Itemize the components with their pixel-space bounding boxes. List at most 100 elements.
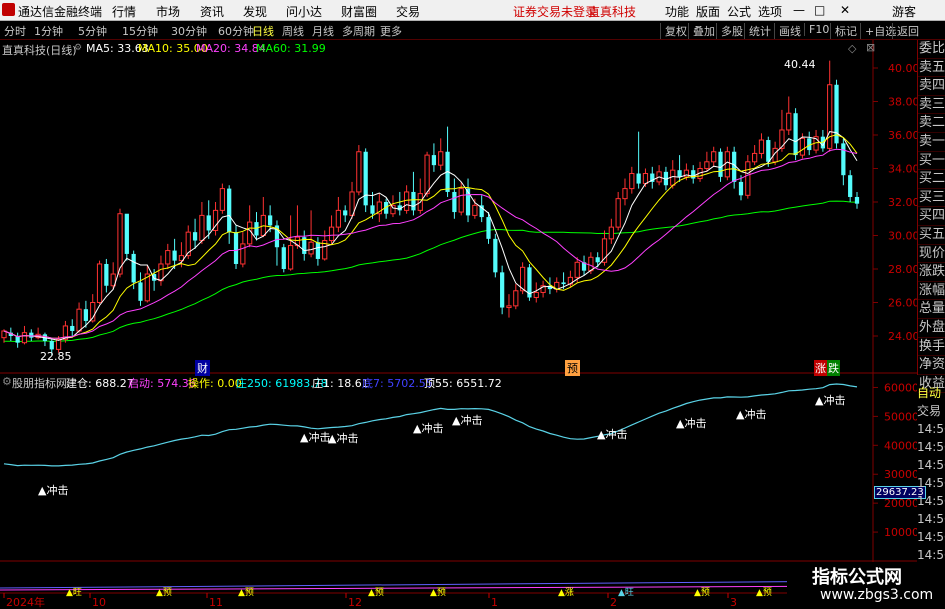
candle-body (431, 155, 437, 166)
marker-die[interactable]: 跌 (827, 360, 840, 376)
bottom-marker: ▲预 (430, 588, 446, 598)
candle-body (718, 151, 723, 177)
quote-row-label[interactable]: 涨幅 (918, 282, 945, 301)
quote-row-label[interactable]: 总量 (918, 300, 945, 319)
period-15min[interactable]: 15分钟 (122, 23, 158, 39)
btn-duogu[interactable]: 多股 (716, 23, 743, 39)
trade-label[interactable]: 自动 (917, 384, 945, 402)
login-notice[interactable]: 证券交易未登录 (513, 3, 597, 20)
menu-item-wenxiaoda[interactable]: 问小达 (286, 3, 322, 20)
chart-background (0, 40, 917, 609)
y-tick-label: 24.00 (888, 330, 917, 343)
quote-row-label[interactable]: 买一 (918, 152, 945, 171)
candle-body (70, 325, 75, 331)
candle-body (758, 139, 765, 154)
candle-body (21, 332, 28, 344)
candle-body (841, 143, 846, 176)
candle-body (328, 226, 335, 242)
menu-right-banmian[interactable]: 版面 (696, 3, 720, 20)
menu-item-faxian[interactable]: 发现 (243, 3, 267, 20)
y-tick-label: 26.00 (888, 297, 917, 310)
quote-row-label[interactable]: 卖一 (918, 133, 945, 152)
candle-body (506, 305, 512, 309)
quote-row-label[interactable]: 卖五 (918, 59, 945, 78)
menu-item-shichang[interactable]: 市场 (156, 3, 180, 20)
user-label[interactable]: 游客 (892, 3, 916, 20)
close-icon[interactable]: ✕ (840, 3, 850, 17)
quote-row-label[interactable]: 现价 (918, 245, 945, 264)
menu-right-gongshi[interactable]: 公式 (727, 3, 751, 20)
trade-label[interactable]: 交易 (917, 402, 945, 420)
candle-body (438, 151, 444, 166)
btn-tongji[interactable]: 统计 (744, 23, 771, 39)
btn-f10[interactable]: F10 (804, 23, 829, 36)
btn-add-favorite[interactable]: +自选 (860, 23, 896, 39)
quote-row-label[interactable]: 买三 (918, 189, 945, 208)
signal-label: ▲冲击 (815, 394, 846, 407)
quote-row-label[interactable]: 买二 (918, 170, 945, 189)
marker-cai[interactable]: 财 (195, 360, 210, 376)
marker-zhang[interactable]: 涨 (814, 360, 827, 376)
candle-body (219, 188, 225, 211)
candle-body (670, 169, 676, 186)
menu-item-jiaoyi[interactable]: 交易 (396, 3, 420, 20)
ma60-label: MA60: 31.99 (256, 42, 326, 55)
period-60min[interactable]: 60分钟 (218, 23, 254, 39)
menu-right-gongneng[interactable]: 功能 (665, 3, 689, 20)
maximize-icon[interactable]: □ (814, 3, 825, 17)
ind-ding55: 顶55: 6551.72 (424, 377, 502, 390)
menu-item-hangqing[interactable]: 行情 (112, 3, 136, 20)
btn-back[interactable]: 返回 (892, 23, 919, 39)
period-weekly[interactable]: 周线 (282, 23, 304, 39)
quote-row-label[interactable]: 外盘 (918, 319, 945, 338)
candle-body (786, 112, 792, 131)
period-fenshi[interactable]: 分时 (4, 23, 26, 39)
diamond-icon[interactable]: ◇ (848, 42, 856, 55)
period-30min[interactable]: 30分钟 (171, 23, 207, 39)
x-tick-label: 12 (348, 596, 362, 609)
quote-row-label[interactable]: 卖四 (918, 77, 945, 96)
candle-body (117, 213, 123, 275)
quote-row-label[interactable]: 涨跌 (918, 263, 945, 282)
period-5min[interactable]: 5分钟 (78, 23, 107, 39)
menu-item-caifuquan[interactable]: 财富圈 (341, 3, 377, 20)
period-monthly[interactable]: 月线 (312, 23, 334, 39)
candle-body (588, 256, 594, 272)
candle-body (848, 175, 853, 197)
indicator-settings-icon[interactable]: ⚙ (2, 375, 12, 388)
candle-body (83, 309, 89, 321)
menu-right-xuanxiang[interactable]: 选项 (758, 3, 782, 20)
candle-body (458, 188, 464, 213)
period-more[interactable]: 更多 (380, 23, 402, 39)
candle-body (799, 137, 806, 156)
signal-label: ▲冲击 (452, 414, 483, 427)
minimize-icon[interactable]: — (793, 3, 805, 17)
settings-gear-icon[interactable]: ⚙ (74, 43, 82, 53)
candle-body (745, 161, 751, 196)
menu-item-zixun[interactable]: 资讯 (200, 3, 224, 20)
quote-row-label[interactable]: 净资 (918, 356, 945, 375)
candle-body (561, 282, 566, 285)
candle-body (281, 247, 286, 269)
btn-fuquan[interactable]: 复权 (660, 23, 687, 39)
period-daily[interactable]: 日线 (252, 23, 274, 39)
quote-row-label[interactable]: 买四 (918, 207, 945, 226)
btn-diejia[interactable]: 叠加 (688, 23, 715, 39)
collapse-icon[interactable]: ⊠ (866, 41, 875, 54)
btn-biaoji[interactable]: 标记 (830, 23, 857, 39)
candle-body (227, 188, 232, 233)
y-tick-label: 32.00 (888, 196, 917, 209)
quote-row-label[interactable]: 卖二 (918, 114, 945, 133)
quote-row-label[interactable]: 委比 (918, 40, 945, 59)
period-multi[interactable]: 多周期 (342, 23, 375, 39)
candle-body (131, 253, 136, 283)
quote-row-label[interactable]: 卖三 (918, 96, 945, 115)
ind-y-tick-label: 60000 (884, 381, 917, 394)
quote-row-label[interactable]: 买五 (918, 226, 945, 245)
marker-yu[interactable]: 预 (565, 360, 580, 376)
period-1min[interactable]: 1分钟 (34, 23, 63, 39)
quote-row-label[interactable]: 换手 (918, 338, 945, 357)
chart-area[interactable]: 40.00 38.00 36.00 34.00 32.00 30.00 28.00 26.00… (0, 40, 917, 609)
candle-body (254, 222, 259, 236)
btn-huaxian[interactable]: 画线 (774, 23, 801, 39)
